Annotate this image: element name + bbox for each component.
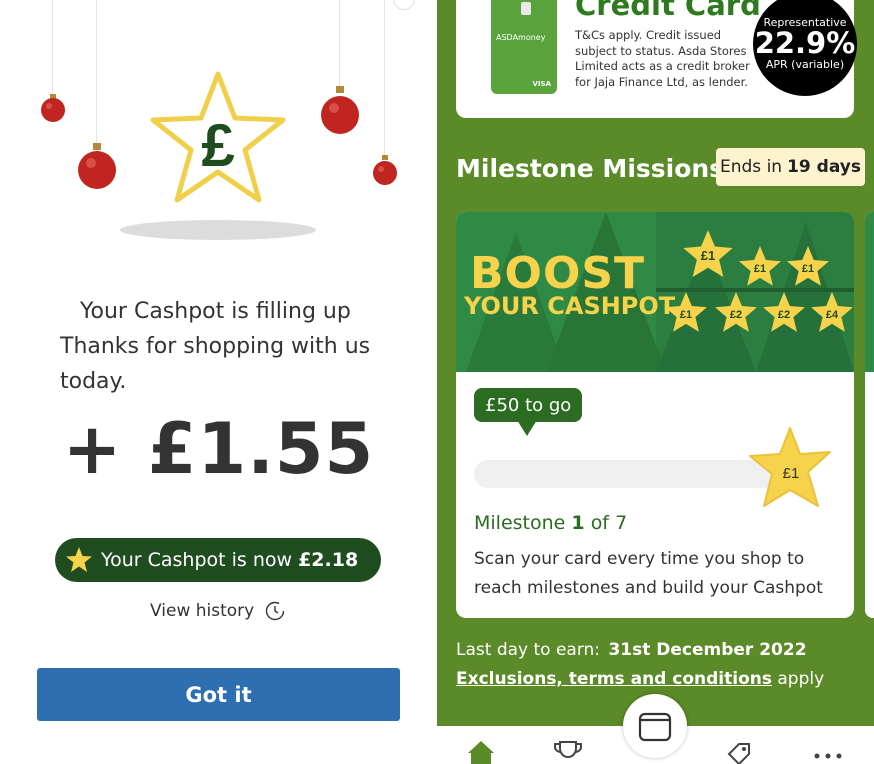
- card-chip: [521, 2, 531, 15]
- ornament-string: [384, 0, 385, 160]
- banner-star-value: £1: [802, 263, 814, 275]
- milestone-reward-star-icon: £1: [749, 427, 831, 507]
- exclusions-terms-link[interactable]: Exclusions, terms and conditions: [456, 669, 772, 689]
- mission-card[interactable]: BOOST YOUR CASHPOT £1 £1 £1 £1 £2 £2 £4 £50 to…: [456, 212, 854, 618]
- trophy-icon[interactable]: [553, 740, 583, 764]
- view-history-label: View history: [150, 601, 255, 621]
- thanks-text: Thanks for shopping with us: [60, 334, 371, 359]
- offers-tag-icon[interactable]: [725, 740, 755, 764]
- next-mission-card[interactable]: [865, 212, 874, 618]
- cashpot-total-badge: Your Cashpot is now £2.18: [55, 538, 381, 582]
- banner-star-value: £1: [701, 248, 715, 263]
- star-shadow: [120, 220, 316, 240]
- milestone-current: 1: [571, 512, 585, 534]
- card-brand: ASDAmoney: [496, 33, 546, 42]
- last-day-label: Last day to earn:: [456, 640, 601, 660]
- more-icon[interactable]: [813, 752, 843, 760]
- banner-star-value: £1: [754, 263, 766, 275]
- ends-in-value: 19 days: [787, 157, 861, 177]
- banner-star-value: £2: [778, 309, 790, 321]
- milestone-description: Scan your card every time you shop to re…: [474, 549, 823, 598]
- milestone-progress-bar: [474, 460, 784, 488]
- terms-suffix: apply: [777, 669, 825, 689]
- your-cashpot-title: YOUR CASHPOT: [464, 292, 676, 320]
- today-text: today.: [60, 369, 127, 394]
- amount-to-go-badge: £50 to go: [474, 388, 583, 422]
- wallet-icon: [638, 712, 672, 742]
- view-history-link[interactable]: View history: [150, 600, 286, 622]
- apr-variable: APR (variable): [765, 58, 845, 71]
- close-icon[interactable]: [393, 0, 415, 10]
- cashpot-star-icon: £: [150, 71, 286, 203]
- ornament-icon: [78, 143, 116, 189]
- ornament-string: [339, 0, 340, 92]
- apr-badge: Representative 22.9% APR (variable): [753, 0, 857, 96]
- cashpot-total-label: Your Cashpot is now: [101, 549, 293, 571]
- last-day-value: 31st December 2022: [608, 640, 807, 660]
- boost-cashpot-banner: BOOST YOUR CASHPOT £1 £1 £1 £1 £2 £2 £4: [456, 212, 854, 372]
- ornament-icon: [321, 86, 359, 134]
- visa-logo: VISA: [532, 80, 551, 88]
- ornament-string: [52, 0, 53, 100]
- ornament-icon: [41, 94, 65, 122]
- credit-card-terms: T&Cs apply. Credit issued subject to sta…: [575, 28, 750, 89]
- terms-line: Exclusions, terms and conditions apply: [456, 669, 824, 689]
- cashpot-message: Your Cashpot is filling up Thanks for sh…: [60, 294, 390, 399]
- banner-star-value: £1: [680, 309, 692, 321]
- credit-card-title: Credit Card: [575, 0, 761, 22]
- milestone-missions-panel: ASDAmoney VISA Credit Card T&Cs apply. C…: [437, 0, 874, 764]
- got-it-button[interactable]: Got it: [37, 668, 400, 721]
- badge-pointer: [517, 420, 537, 436]
- ornament-icon: [373, 155, 397, 185]
- apr-value: 22.9%: [754, 26, 856, 60]
- credit-card-promo[interactable]: ASDAmoney VISA Credit Card T&Cs apply. C…: [456, 0, 857, 118]
- earned-amount: + £1.55: [62, 408, 375, 490]
- home-icon[interactable]: [467, 740, 495, 764]
- ends-in-badge: Ends in 19 days: [716, 148, 865, 186]
- milestone-prefix: Milestone: [474, 512, 566, 534]
- milestone-missions-heading: Milestone Missions: [456, 154, 725, 183]
- banner-star-value: £2: [730, 309, 742, 321]
- ornament-string: [96, 0, 97, 150]
- ends-in-label: Ends in: [720, 157, 783, 177]
- filling-heading: Your Cashpot is filling up: [80, 299, 351, 324]
- cashpot-confirmation-panel: £ Your Cashpot is filling up Thanks for …: [0, 0, 437, 764]
- credit-card-image: ASDAmoney VISA: [491, 0, 557, 94]
- history-clock-icon: [266, 601, 285, 621]
- wallet-button[interactable]: [623, 694, 687, 758]
- milestone-counter: Milestone 1 of 7: [474, 512, 627, 534]
- star-icon: [66, 547, 92, 572]
- milestone-total: 7: [615, 512, 628, 534]
- cashpot-total-value: £2.18: [298, 549, 359, 571]
- reward-stars-icon: £1 £1 £1 £1 £2 £2 £4: [665, 230, 853, 332]
- last-day-to-earn: Last day to earn: 31st December 2022: [456, 640, 807, 660]
- milestone-of: of: [590, 512, 610, 534]
- banner-star-value: £4: [826, 309, 839, 321]
- pound-symbol: £: [201, 112, 234, 179]
- milestone-reward-value: £1: [783, 465, 800, 482]
